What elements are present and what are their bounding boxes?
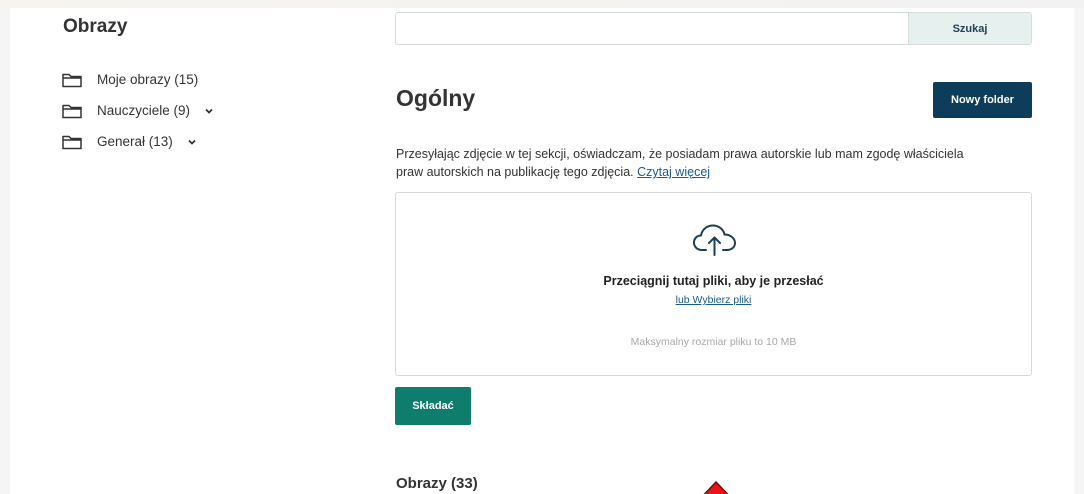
cloud-upload-icon: [693, 224, 736, 256]
images-heading: Obrazy (33): [396, 475, 478, 492]
cursor-arrow-icon: [703, 481, 729, 494]
search-bar: Szukaj: [395, 12, 1032, 45]
chevron-down-icon[interactable]: [204, 106, 214, 116]
chevron-down-icon[interactable]: [187, 137, 197, 147]
page: Obrazy Moje obrazy (15) Nauczyciele (9) …: [10, 8, 1074, 494]
folder-list: Moje obrazy (15) Nauczyciele (9) Generał…: [62, 64, 214, 157]
folder-item-general[interactable]: Generał (13): [62, 126, 214, 157]
sidebar-title: Obrazy: [63, 16, 128, 37]
folder-icon: [62, 135, 82, 149]
search-button[interactable]: Szukaj: [908, 13, 1031, 44]
max-size-note: Maksymalny rozmiar pliku to 10 MB: [630, 336, 797, 348]
submit-button[interactable]: Składać: [395, 387, 471, 425]
folder-item-moje-obrazy[interactable]: Moje obrazy (15): [62, 64, 214, 95]
folder-icon: [62, 104, 82, 118]
folder-label: Moje obrazy (15): [97, 72, 199, 87]
drop-title: Przeciągnij tutaj pliki, aby je przesłać: [603, 274, 824, 288]
section-title: Ogólny: [396, 85, 476, 111]
copyright-notice: Przesyłając zdjęcie w tej sekcji, oświad…: [396, 145, 986, 181]
folder-label: Nauczyciele (9): [97, 103, 191, 118]
folder-icon: [62, 73, 82, 87]
search-input[interactable]: [396, 13, 908, 44]
top-strip: [0, 0, 1084, 8]
new-folder-button[interactable]: Nowy folder: [933, 82, 1032, 118]
folder-label: Generał (13): [97, 134, 173, 149]
folder-item-nauczyciele[interactable]: Nauczyciele (9): [62, 95, 214, 126]
choose-files-link[interactable]: lub Wybierz pliki: [396, 294, 1031, 306]
upload-dropzone[interactable]: Przeciągnij tutaj pliki, aby je przesłać…: [395, 192, 1032, 376]
read-more-link[interactable]: Czytaj więcej: [637, 165, 710, 179]
